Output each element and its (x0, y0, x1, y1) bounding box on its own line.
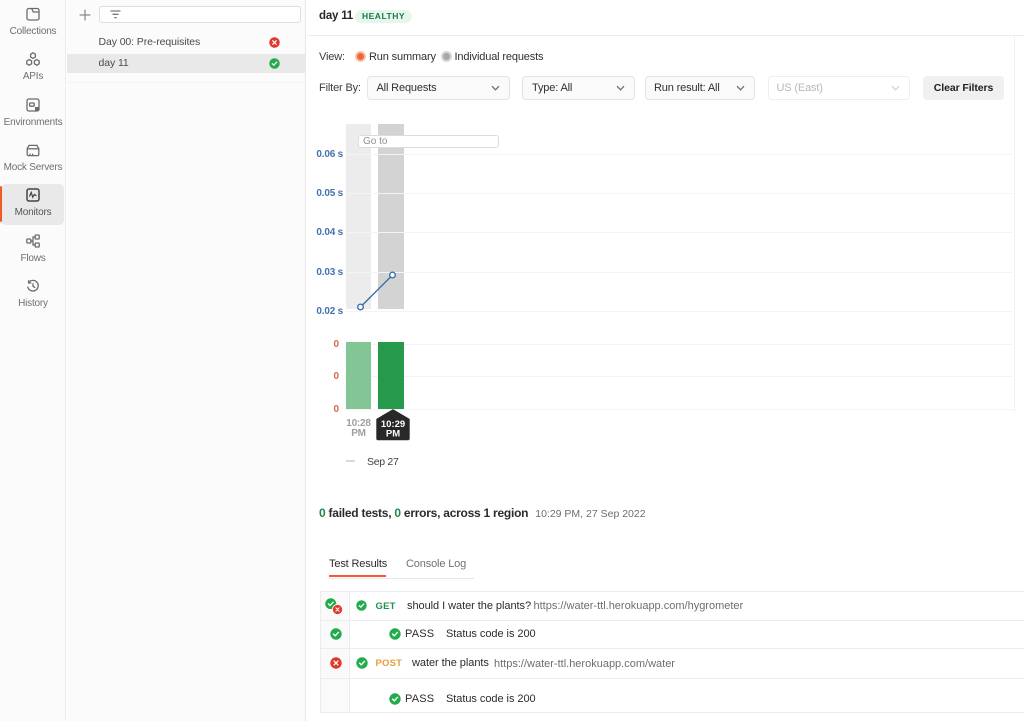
svg-text:PM: PM (386, 429, 400, 440)
